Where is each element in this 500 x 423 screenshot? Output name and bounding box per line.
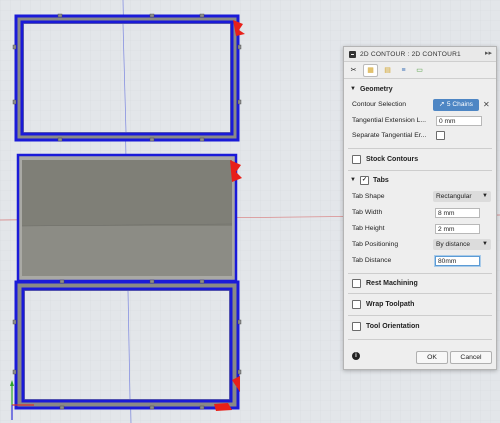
divider: [348, 339, 492, 340]
expand-triangle-icon: ▼: [350, 177, 356, 183]
tab-tool[interactable]: ✂: [347, 65, 360, 76]
tabs-checkbox[interactable]: ✓: [359, 175, 369, 185]
tool-orientation-label: Tool Orientation: [366, 322, 420, 330]
passes-icon: ≡: [401, 66, 406, 74]
separate-tangential-label: Separate Tangential Er...: [352, 132, 427, 139]
chains-label: 5 Chains: [446, 100, 473, 108]
contour-selection-row: Contour Selection ➚ 5 Chains ✕: [344, 98, 496, 111]
tab-positioning-row: Tab Positioning By distance ▼: [344, 238, 496, 251]
wrap-toolpath-row[interactable]: Wrap Toolpath: [344, 297, 496, 311]
info-icon[interactable]: i: [352, 352, 360, 360]
divider: [348, 170, 492, 171]
tab-positioning-dropdown[interactable]: By distance ▼: [433, 239, 491, 250]
dialog-titlebar[interactable]: 2D CONTOUR : 2D CONTOUR1 ▸▸: [344, 47, 496, 62]
tab-geometry[interactable]: ▦: [363, 63, 378, 77]
tab-distance-field[interactable]: 80mm: [435, 255, 480, 266]
geometry-icon: ▦: [367, 67, 374, 74]
heights-icon: ▤: [384, 67, 391, 74]
chains-selection-button[interactable]: ➚ 5 Chains: [433, 98, 479, 111]
tangential-extension-field[interactable]: 0 mm: [436, 115, 482, 126]
tab-width-label: Tab Width: [352, 209, 383, 216]
divider: [348, 315, 492, 316]
dialog-tab-bar: ✂ ▦ ▤ ≡ ▭: [344, 62, 496, 79]
rest-machining-checkbox[interactable]: [352, 278, 361, 288]
ok-button[interactable]: OK: [416, 351, 448, 364]
tool-icon: ✂: [350, 67, 357, 74]
rest-machining-label: Rest Machining: [366, 279, 418, 287]
tangential-extension-label: Tangential Extension L...: [352, 117, 427, 124]
tab-positioning-value: By distance: [436, 241, 471, 248]
separate-tangential-checkbox[interactable]: [436, 131, 445, 140]
separate-tangential-row: Separate Tangential Er...: [344, 129, 496, 142]
part-bottom[interactable]: [12, 279, 242, 411]
stock-contours-label: Stock Contours: [366, 155, 419, 163]
tab-height-row: Tab Height 2 mm: [344, 222, 496, 235]
dropdown-arrow-icon: ▼: [482, 241, 488, 247]
tab-shape-dropdown[interactable]: Rectangular ▼: [433, 191, 491, 202]
tab-passes[interactable]: ≡: [397, 65, 410, 76]
tangential-extension-row: Tangential Extension L... 0 mm: [344, 114, 496, 127]
wrap-toolpath-label: Wrap Toolpath: [366, 300, 415, 308]
expand-triangle-icon: ▼: [350, 86, 356, 92]
cursor-icon: ➚: [439, 100, 445, 108]
tab-width-field[interactable]: 8 mm: [435, 207, 480, 218]
clear-selection-icon[interactable]: ✕: [483, 100, 490, 109]
cancel-button[interactable]: Cancel: [450, 351, 492, 364]
stock-contours-row[interactable]: Stock Contours: [344, 152, 496, 166]
tab-positioning-label: Tab Positioning: [352, 241, 399, 248]
tab-height-label: Tab Height: [352, 225, 385, 232]
tab-shape-row: Tab Shape Rectangular ▼: [344, 190, 496, 203]
contour-selection-label: Contour Selection: [352, 101, 407, 108]
dialog-footer: i OK Cancel: [344, 347, 496, 369]
tab-distance-label: Tab Distance: [352, 257, 392, 264]
tabs-section-header[interactable]: ▼ ✓ Tabs: [344, 173, 496, 187]
tool-orientation-row[interactable]: Tool Orientation: [344, 319, 496, 333]
collapse-arrows-icon[interactable]: ▸▸: [485, 49, 492, 57]
tab-shape-label: Tab Shape: [352, 193, 385, 200]
divider: [348, 293, 492, 294]
part-top[interactable]: [12, 13, 245, 142]
geometry-section-header[interactable]: ▼ Geometry: [344, 82, 496, 96]
divider: [348, 148, 492, 149]
tab-distance-row: Tab Distance 80mm: [344, 254, 496, 267]
tab-height-field[interactable]: 2 mm: [435, 223, 480, 234]
rest-machining-row[interactable]: Rest Machining: [344, 276, 496, 290]
stock-contours-checkbox[interactable]: [352, 154, 361, 164]
tab-width-row: Tab Width 8 mm: [344, 206, 496, 219]
divider: [348, 273, 492, 274]
dialog-title: 2D CONTOUR : 2D CONTOUR1: [360, 50, 461, 58]
tabs-header-label: Tabs: [372, 176, 389, 184]
2d-contour-dialog: 2D CONTOUR : 2D CONTOUR1 ▸▸ ✂ ▦ ▤ ≡ ▭ ▼ …: [343, 46, 497, 370]
tab-heights[interactable]: ▤: [381, 65, 394, 76]
tab-linking[interactable]: ▭: [413, 65, 426, 76]
tool-orientation-checkbox[interactable]: [352, 321, 361, 331]
linking-icon: ▭: [416, 67, 423, 74]
geometry-header-label: Geometry: [359, 85, 393, 93]
dialog-command-icon: [349, 50, 356, 58]
part-middle[interactable]: [16, 153, 242, 283]
wrap-toolpath-checkbox[interactable]: [352, 299, 361, 309]
dropdown-arrow-icon: ▼: [482, 193, 488, 199]
tab-shape-value: Rectangular: [436, 193, 472, 200]
